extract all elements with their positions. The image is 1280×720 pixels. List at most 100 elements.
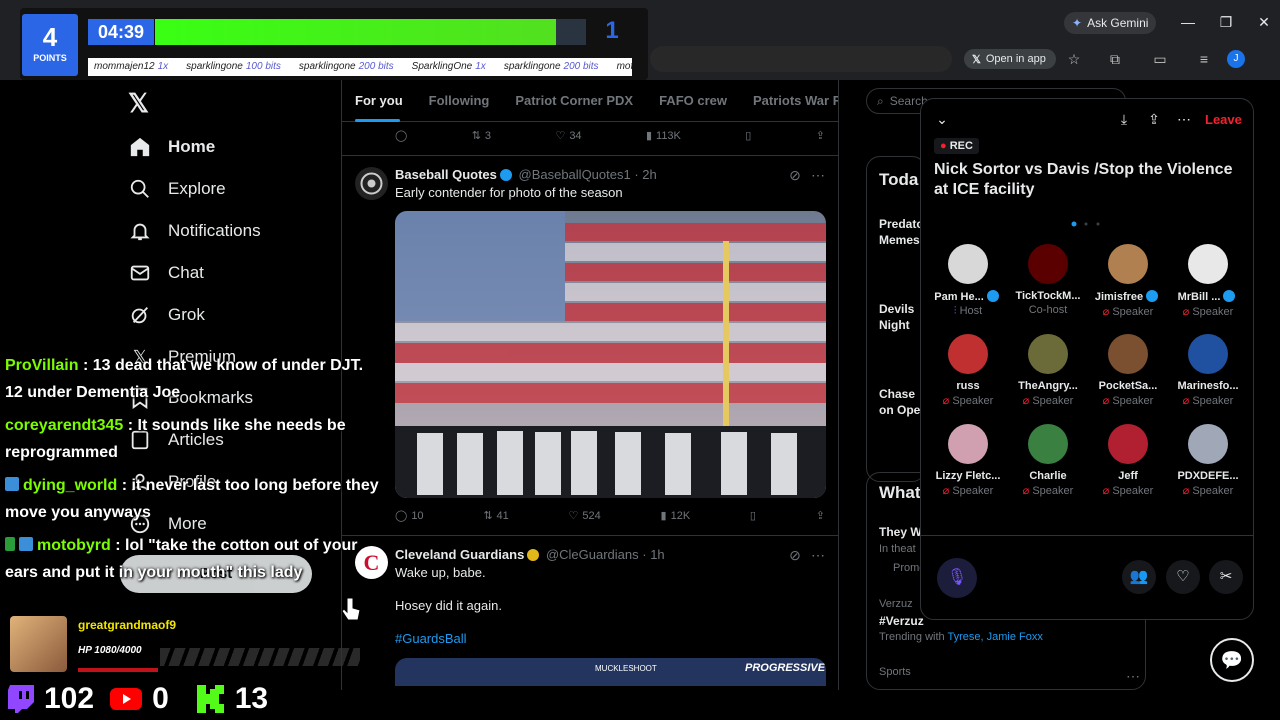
restore-icon[interactable]: ❐ xyxy=(1216,12,1236,32)
heart-react-icon[interactable]: ♡ xyxy=(1166,560,1200,594)
follower-hp: HP 1080/4000 xyxy=(78,645,142,656)
space-participant[interactable]: PDXDEFE... ⌀ Speaker xyxy=(1168,424,1248,497)
more-icon[interactable]: ⋯ xyxy=(1124,667,1142,685)
trend-title[interactable]: #Verzuz xyxy=(879,613,924,629)
badge-icon xyxy=(5,537,15,551)
share-icon[interactable]: ⇪ xyxy=(1145,110,1163,128)
clip-icon[interactable]: ✂ xyxy=(1209,560,1243,594)
space-participant[interactable]: Charlie ⌀ Speaker xyxy=(1008,424,1088,497)
youtube-icon xyxy=(110,688,143,710)
nav-label: Notifications xyxy=(168,221,261,240)
close-icon[interactable]: ✕ xyxy=(1254,12,1274,32)
hp-bar xyxy=(78,668,158,672)
space-participant[interactable]: PocketSa... ⌀ Speaker xyxy=(1088,334,1168,407)
page-dots xyxy=(1071,221,1101,227)
grok-icon[interactable]: ⊘ xyxy=(786,546,804,564)
space-participant[interactable]: russ ⌀ Speaker xyxy=(928,334,1008,407)
more-icon[interactable]: ⋯ xyxy=(809,546,827,564)
nav-notifications[interactable]: Notifications xyxy=(128,211,261,251)
share-button[interactable]: ⇪ xyxy=(816,509,825,522)
space-participant[interactable]: MrBill ... ⌀ Speaker xyxy=(1168,244,1248,318)
chat-message: coreyarendt345 : It sounds like she need… xyxy=(5,412,385,466)
tab-patriots-war-room[interactable]: Patriots War Room xyxy=(753,93,838,108)
verified-badge-icon xyxy=(1223,290,1236,302)
tab-fafo-crew[interactable]: FAFO crew xyxy=(659,93,727,108)
avatar xyxy=(1028,334,1068,374)
profile-avatar[interactable]: J xyxy=(1227,50,1245,68)
reply-button[interactable]: ◯ 10 xyxy=(395,509,424,523)
like-button[interactable]: ♡ 34 xyxy=(555,129,581,143)
space-participant[interactable]: Jimisfree ⌀ Speaker xyxy=(1088,244,1168,318)
address-bar[interactable] xyxy=(650,46,952,72)
hashtag-link[interactable]: #GuardsBall xyxy=(395,631,467,646)
trend-title[interactable]: They W xyxy=(879,524,922,540)
author-handle[interactable]: @BaseballQuotes1 xyxy=(519,167,631,182)
mic-muted-icon: ⌀ xyxy=(1022,485,1033,497)
trend-links[interactable]: Tyrese, Jamie Foxx xyxy=(947,631,1042,643)
nav-grok[interactable]: Grok xyxy=(128,295,205,335)
space-participant[interactable]: Lizzy Fletc... ⌀ Speaker xyxy=(928,424,1008,497)
tab-following[interactable]: Following xyxy=(429,93,490,108)
space-participant[interactable]: TheAngry... ⌀ Speaker xyxy=(1008,334,1088,407)
post-image[interactable] xyxy=(395,211,826,498)
ticker-amount: 1x xyxy=(157,61,169,72)
cast-icon[interactable]: ▭ xyxy=(1151,50,1169,68)
space-participant[interactable]: Marinesfo... ⌀ Speaker xyxy=(1168,334,1248,407)
retweet-button[interactable]: ⇅ 41 xyxy=(483,509,508,523)
retweet-button[interactable]: ⇅ 3 xyxy=(472,129,491,143)
space-participant[interactable]: TickTockM... Co-host xyxy=(1008,244,1088,316)
people-icon[interactable]: 👥 xyxy=(1122,560,1156,594)
decorative-stripes xyxy=(160,648,360,666)
reply-button[interactable]: ◯ xyxy=(395,129,407,142)
extensions-icon[interactable]: ⧉ xyxy=(1106,50,1124,68)
ask-gemini-button[interactable]: ✦ Ask Gemini xyxy=(1064,12,1156,34)
avatar[interactable] xyxy=(355,167,388,200)
news-item[interactable]: Devils Night xyxy=(879,301,923,333)
badge-icon xyxy=(19,537,33,551)
verified-badge-icon xyxy=(527,549,540,561)
star-icon[interactable]: ☆ xyxy=(1065,50,1083,68)
x-logo-icon: 𝕏 xyxy=(972,53,981,66)
nav-home[interactable]: Home xyxy=(128,127,215,167)
grok-icon[interactable]: ⊘ xyxy=(786,166,804,184)
participant-name-text: Pam He... xyxy=(934,291,984,303)
author-handle[interactable]: @CleGuardians xyxy=(546,547,639,562)
platform-counts: 102 0 13 xyxy=(8,682,268,715)
leave-button[interactable]: Leave xyxy=(1205,112,1242,127)
space-participant[interactable]: Pam He... ⫶ Host xyxy=(928,244,1008,318)
like-button[interactable]: ♡ 524 xyxy=(568,509,601,523)
bookmark-button[interactable]: ▯ xyxy=(745,129,751,142)
heart-icon: ♡ xyxy=(568,510,579,522)
post-time: · 1h xyxy=(642,547,665,562)
news-item[interactable]: Predato Memes xyxy=(879,216,924,248)
views-button[interactable]: ▮ 113K xyxy=(646,129,681,143)
nav-explore[interactable]: Explore xyxy=(128,169,226,209)
media-icon[interactable]: ≡ xyxy=(1195,50,1213,68)
divider xyxy=(342,155,838,156)
nav-chat[interactable]: Chat xyxy=(128,253,204,293)
share-button[interactable]: ⇪ xyxy=(816,129,825,142)
bookmark-button[interactable]: ▯ xyxy=(750,509,756,522)
participant-name: TickTockM... xyxy=(1008,290,1088,302)
chevron-down-icon[interactable]: ⌄ xyxy=(933,110,951,128)
views-button[interactable]: ▮ 12K xyxy=(661,509,691,523)
post-image[interactable]: MUCKLESHOOT PROGRESSIVE xyxy=(395,658,826,686)
author-name[interactable]: Baseball Quotes xyxy=(395,167,497,182)
nav-label: Chat xyxy=(168,263,204,282)
tab-patriot-corner[interactable]: Patriot Corner PDX xyxy=(515,93,633,108)
participant-role: ⌀ Speaker xyxy=(1168,305,1248,318)
more-icon[interactable]: ⋯ xyxy=(1175,110,1193,128)
space-participant[interactable]: Jeff ⌀ Speaker xyxy=(1088,424,1168,497)
more-icon[interactable]: ⋯ xyxy=(809,166,827,184)
minimize-icon[interactable]: — xyxy=(1178,12,1198,32)
open-in-app-button[interactable]: 𝕏 Open in app xyxy=(964,49,1056,69)
tab-for-you[interactable]: For you xyxy=(355,93,403,108)
reply-icon: ◯ xyxy=(395,130,408,142)
minimize-space-icon[interactable]: ⤓ xyxy=(1115,110,1133,128)
chat-bubble-icon[interactable]: 💬 xyxy=(1210,638,1254,682)
news-item[interactable]: Chase on Ope xyxy=(879,386,923,418)
x-logo-icon[interactable]: 𝕏 xyxy=(128,88,149,119)
author-name[interactable]: Cleveland Guardians xyxy=(395,547,524,562)
ticker-user: mommajen12 xyxy=(94,61,155,72)
microphone-icon[interactable]: 🎙 xyxy=(937,558,977,598)
